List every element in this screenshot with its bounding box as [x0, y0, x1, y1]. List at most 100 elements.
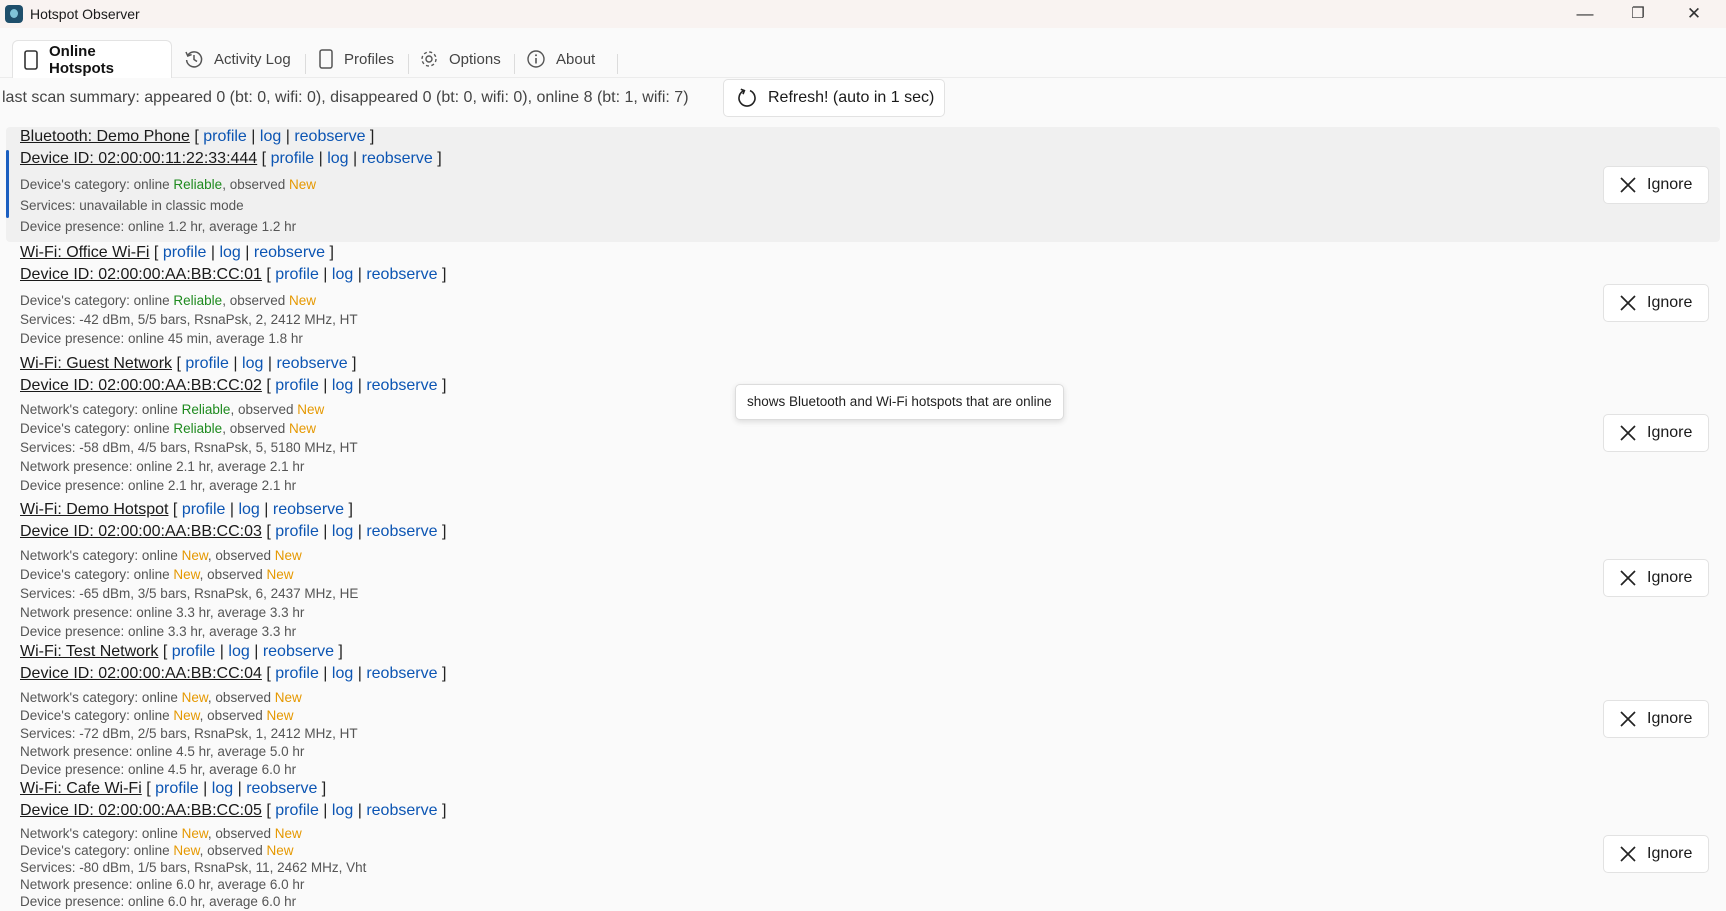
maximize-button[interactable]: ❐ — [1614, 0, 1662, 28]
reobserve-link[interactable]: reobserve — [294, 128, 365, 145]
ignore-button[interactable]: Ignore — [1603, 835, 1709, 873]
network-line: Wi-Fi: Cafe Wi-Fi [ profile | log | reob… — [20, 780, 446, 802]
network-name[interactable]: Wi-Fi: Guest Network — [20, 355, 172, 372]
log-link[interactable]: log — [327, 150, 348, 167]
device-id[interactable]: Device ID: 02:00:00:11:22:33:444 — [20, 150, 257, 167]
profile-link[interactable]: profile — [271, 150, 315, 167]
log-link[interactable]: log — [332, 802, 353, 819]
bracket: [ — [194, 128, 199, 145]
profile-link[interactable]: profile — [155, 780, 199, 797]
bracket: ] — [348, 501, 353, 518]
reobserve-link[interactable]: reobserve — [366, 665, 437, 682]
category-text: Network's category: online — [20, 548, 182, 563]
reobserve-link[interactable]: reobserve — [254, 244, 325, 261]
reobserve-link[interactable]: reobserve — [366, 523, 437, 540]
observed-status: New — [274, 690, 302, 705]
ignore-button[interactable]: Ignore — [1603, 700, 1709, 738]
device-category: Device's category: online Reliable, obse… — [20, 177, 442, 198]
ignore-label: Ignore — [1647, 176, 1693, 193]
device-id[interactable]: Device ID: 02:00:00:AA:BB:CC:01 — [20, 266, 262, 283]
network-line: Wi-Fi: Test Network [ profile | log | re… — [20, 643, 446, 665]
log-link[interactable]: log — [219, 244, 240, 261]
ignore-button[interactable]: Ignore — [1603, 284, 1709, 322]
profile-link[interactable]: profile — [163, 244, 207, 261]
bracket: ] — [441, 802, 447, 819]
network-name[interactable]: Wi-Fi: Office Wi-Fi — [20, 244, 149, 261]
network-name[interactable]: Wi-Fi: Demo Hotspot — [20, 501, 168, 518]
reobserve-link[interactable]: reobserve — [263, 643, 334, 660]
device-category: Device's category: online New, observed … — [20, 567, 446, 586]
device-presence: Device presence: online 45 min, average … — [20, 331, 303, 346]
network-name[interactable]: Bluetooth: Demo Phone — [20, 128, 190, 145]
ignore-button[interactable]: Ignore — [1603, 166, 1709, 204]
tab-profiles[interactable]: Profiles — [318, 40, 394, 78]
network-name[interactable]: Wi-Fi: Test Network — [20, 643, 158, 660]
log-link[interactable]: log — [238, 501, 259, 518]
tab-about[interactable]: About — [526, 40, 595, 78]
separator: | — [267, 355, 272, 372]
tab-tooltip: shows Bluetooth and Wi-Fi hotspots that … — [735, 384, 1064, 420]
separator: | — [357, 377, 362, 394]
reobserve-link[interactable]: reobserve — [246, 780, 317, 797]
category-text: Device's category: online — [20, 177, 174, 192]
ignore-button[interactable]: Ignore — [1603, 414, 1709, 452]
category-status: New — [181, 548, 208, 563]
tab-divider — [408, 54, 409, 74]
bracket: ] — [369, 128, 375, 145]
tab-label: Profiles — [344, 50, 395, 68]
log-link[interactable]: log — [332, 377, 353, 394]
minimize-button[interactable]: — — [1561, 0, 1609, 28]
network-category: Network's category: online Reliable, obs… — [20, 402, 446, 421]
profile-link[interactable]: profile — [275, 802, 319, 819]
separator: | — [203, 780, 208, 797]
profile-link[interactable]: profile — [182, 501, 226, 518]
close-button[interactable]: ✕ — [1670, 0, 1718, 28]
log-link[interactable]: log — [242, 355, 263, 372]
reobserve-link[interactable]: reobserve — [366, 802, 437, 819]
log-link[interactable]: log — [332, 523, 353, 540]
tab-online-hotspots[interactable]: Online Hotspots — [12, 40, 172, 78]
ignore-label: Ignore — [1647, 845, 1693, 862]
log-link[interactable]: log — [212, 780, 233, 797]
app-logo-icon — [5, 5, 23, 23]
category-text: , observed — [207, 690, 275, 705]
bracket: ] — [441, 377, 447, 394]
observed-status: New — [274, 548, 302, 563]
separator: | — [357, 802, 362, 819]
device-id[interactable]: Device ID: 02:00:00:AA:BB:CC:05 — [20, 802, 262, 819]
reobserve-link[interactable]: reobserve — [273, 501, 344, 518]
refresh-button[interactable]: Refresh! (auto in 1 sec) — [723, 79, 945, 117]
device-id[interactable]: Device ID: 02:00:00:AA:BB:CC:02 — [20, 377, 262, 394]
bracket: ] — [441, 523, 447, 540]
reobserve-link[interactable]: reobserve — [366, 266, 437, 283]
observed-status: New — [288, 293, 316, 308]
device-id[interactable]: Device ID: 02:00:00:AA:BB:CC:04 — [20, 665, 262, 682]
close-icon — [1619, 845, 1637, 863]
profile-link[interactable]: profile — [203, 128, 247, 145]
category-status: New — [173, 843, 200, 858]
device-id[interactable]: Device ID: 02:00:00:AA:BB:CC:03 — [20, 523, 262, 540]
network-name[interactable]: Wi-Fi: Cafe Wi-Fi — [20, 780, 142, 797]
separator: | — [318, 150, 323, 167]
reobserve-link[interactable]: reobserve — [276, 355, 347, 372]
profile-link[interactable]: profile — [275, 266, 319, 283]
device-line: Device ID: 02:00:00:AA:BB:CC:05 [ profil… — [20, 802, 446, 826]
log-link[interactable]: log — [260, 128, 281, 145]
reobserve-link[interactable]: reobserve — [362, 150, 433, 167]
log-link[interactable]: log — [332, 266, 353, 283]
reobserve-link[interactable]: reobserve — [366, 377, 437, 394]
profile-link[interactable]: profile — [185, 355, 229, 372]
profile-link[interactable]: profile — [275, 665, 319, 682]
bracket: [ — [172, 501, 178, 518]
ignore-button[interactable]: Ignore — [1603, 559, 1709, 597]
log-link[interactable]: log — [332, 665, 353, 682]
category-text: Device's category: online — [20, 708, 174, 723]
profile-icon — [318, 49, 334, 69]
profile-link[interactable]: profile — [172, 643, 216, 660]
profile-link[interactable]: profile — [275, 523, 319, 540]
log-link[interactable]: log — [228, 643, 249, 660]
tab-options[interactable]: Options — [419, 40, 501, 78]
profile-link[interactable]: profile — [275, 377, 319, 394]
tab-activity-log[interactable]: Activity Log — [184, 40, 291, 78]
tab-label: About — [556, 50, 596, 68]
